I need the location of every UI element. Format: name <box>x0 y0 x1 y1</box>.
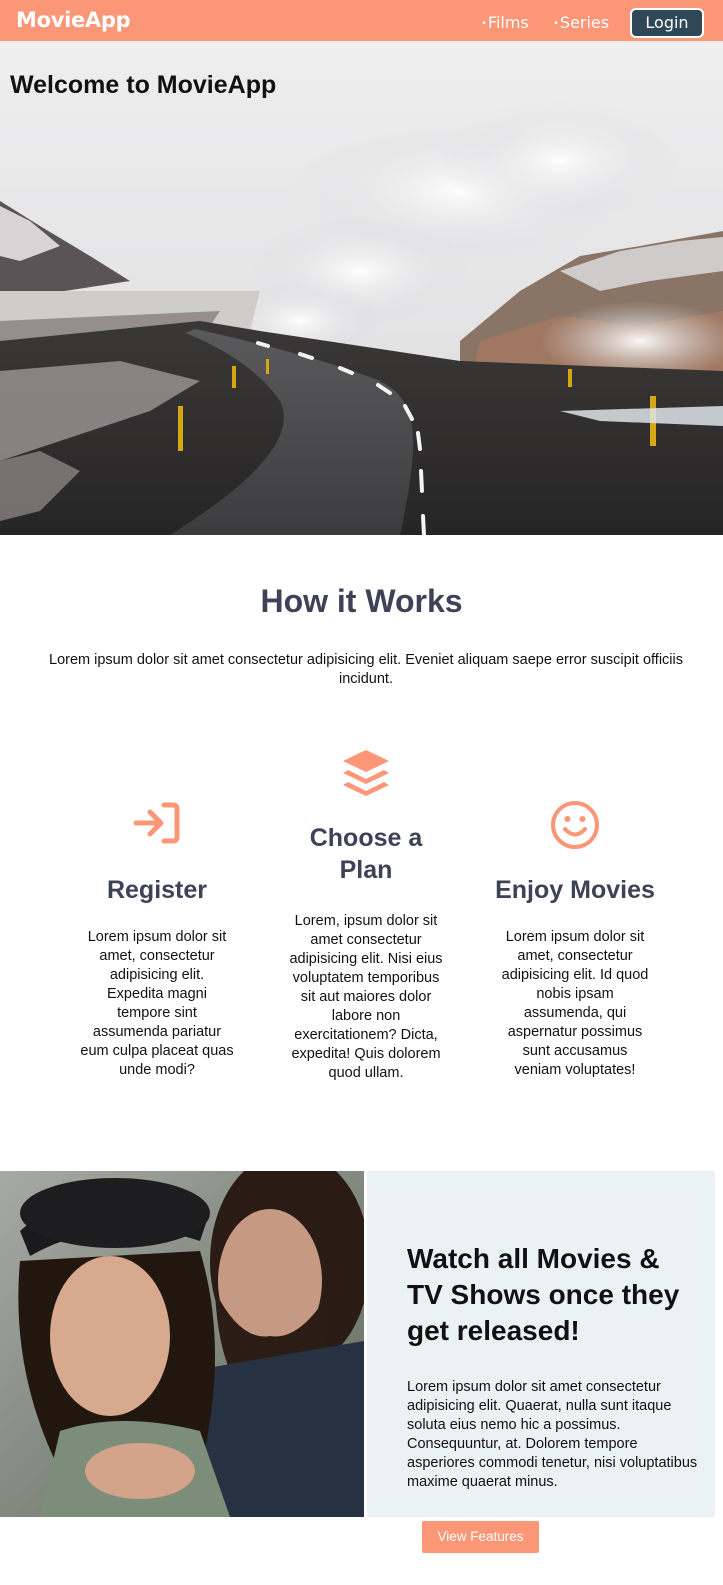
step-title: Choose a Plan <box>309 824 423 884</box>
smile-icon <box>551 801 599 849</box>
feature-text: Lorem ipsum dolor sit amet consectetur a… <box>407 1379 698 1490</box>
nav-link-label: Series <box>559 13 610 32</box>
top-navbar: MovieApp •Films •Series Login <box>0 0 723 41</box>
sign-in-icon <box>133 802 180 844</box>
nav-bullet: • <box>553 18 559 29</box>
hero-image <box>0 41 723 535</box>
layers-icon <box>343 750 389 796</box>
step-enjoy-movies: Enjoy Movies Lorem ipsum dolor sit amet,… <box>490 800 660 1080</box>
view-features-button[interactable]: View Features <box>422 1521 539 1553</box>
feature-panel: Watch all Movies & TV Shows once they ge… <box>367 1171 715 1517</box>
nav-bullet: • <box>481 18 487 29</box>
nav-link-films[interactable]: •Films <box>481 13 529 32</box>
feature-image <box>0 1171 364 1517</box>
step-text: Lorem ipsum dolor sit amet, consectetur … <box>80 929 234 1078</box>
nav-link-label: Films <box>487 13 529 32</box>
step-choose-plan: Choose a Plan Lorem, ipsum dolor sit ame… <box>284 748 448 1083</box>
step-text: Lorem ipsum dolor sit amet, consectetur … <box>501 929 649 1078</box>
brand-logo[interactable]: MovieApp <box>16 8 131 32</box>
step-title: Register <box>106 876 208 904</box>
hero-banner: Welcome to MovieApp <box>0 41 723 535</box>
how-it-works-subtitle: Lorem ipsum dolor sit amet consectetur a… <box>49 652 683 687</box>
step-title: Enjoy Movies <box>495 876 655 904</box>
how-it-works-title: How it Works <box>260 583 463 619</box>
couple-photo <box>0 1171 364 1517</box>
login-button[interactable]: Login <box>630 8 704 38</box>
step-register: Register Lorem ipsum dolor sit amet, con… <box>72 800 242 1080</box>
feature-title: Watch all Movies & TV Shows once they ge… <box>407 1243 680 1346</box>
nav-link-series[interactable]: •Series <box>553 13 609 32</box>
hero-title: Welcome to MovieApp <box>10 71 277 99</box>
step-text: Lorem, ipsum dolor sit amet consectetur … <box>289 913 443 1081</box>
